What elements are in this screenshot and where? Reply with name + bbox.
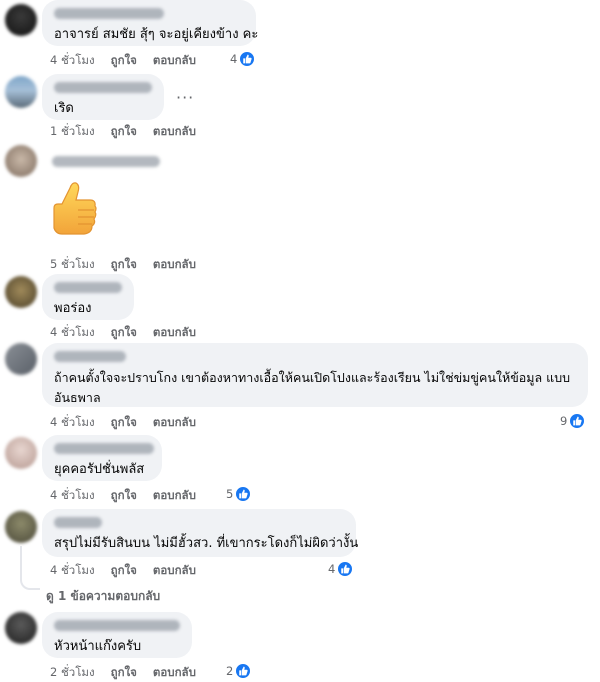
comment-text-line-1: ถ้าคนตั้งใจจะปราบโกง เขาต้องหาทางเอื้อให… <box>54 370 571 385</box>
reply-button[interactable]: ตอบกลับ <box>153 52 196 70</box>
comment-actions: 2 ชั่วโมง ถูกใจ ตอบกลับ <box>50 664 212 682</box>
commenter-name[interactable] <box>54 82 152 93</box>
reaction-count[interactable]: 9 <box>560 413 586 429</box>
view-replies-link[interactable]: ดู 1 ข้อความตอบกลับ <box>46 587 160 606</box>
comment-actions: 5 ชั่วโมง ถูกใจ ตอบกลับ <box>50 256 212 274</box>
like-button[interactable]: ถูกใจ <box>111 52 137 70</box>
comment-bubble: พอร่อง <box>42 274 134 320</box>
comment-text: อาจารย์ สมชัย สุ้ๆ จะอยู่เคียงข้าง คะ <box>54 27 259 42</box>
like-button[interactable]: ถูกใจ <box>111 562 137 580</box>
comment-actions: 4 ชั่วโมง ถูกใจ ตอบกลับ <box>50 414 212 432</box>
reaction-count[interactable]: 2 <box>226 663 252 679</box>
avatar[interactable] <box>5 276 37 308</box>
reaction-number: 4 <box>230 52 238 66</box>
avatar[interactable] <box>5 4 37 36</box>
commenter-name[interactable] <box>54 8 164 19</box>
like-button[interactable]: ถูกใจ <box>111 414 137 432</box>
commenter-name[interactable] <box>54 517 102 528</box>
commenter-name[interactable] <box>54 351 126 362</box>
comment-actions: 4 ชั่วโมง ถูกใจ ตอบกลับ <box>50 52 212 70</box>
reply-button[interactable]: ตอบกลับ <box>153 562 196 580</box>
like-button[interactable]: ถูกใจ <box>111 324 137 342</box>
comment-text: พอร่อง <box>54 301 92 316</box>
commenter-name[interactable] <box>54 620 180 631</box>
thumbs-up-icon <box>48 178 100 248</box>
comment-time[interactable]: 4 ชั่วโมง <box>50 414 95 432</box>
like-button[interactable]: ถูกใจ <box>111 256 137 274</box>
comment-time[interactable]: 2 ชั่วโมง <box>50 664 95 682</box>
comment-bubble: หัวหน้าแก๊งครับ <box>42 612 192 658</box>
comment-bubble: สรุปไม่มีรับสินบน ไม่มีฮั้วสว. ที่เขากระ… <box>42 509 359 557</box>
reply-button[interactable]: ตอบกลับ <box>153 256 196 274</box>
comment-time[interactable]: 4 ชั่วโมง <box>50 324 95 342</box>
comment-bubble: อาจารย์ สมชัย สุ้ๆ จะอยู่เคียงข้าง คะ <box>42 0 259 46</box>
reply-button[interactable]: ตอบกลับ <box>153 664 196 682</box>
comment-time[interactable]: 1 ชั่วโมง <box>50 123 95 141</box>
avatar[interactable] <box>5 437 37 469</box>
commenter-name[interactable] <box>54 282 122 293</box>
reaction-number: 4 <box>328 562 336 576</box>
comment-actions: 1 ชั่วโมง ถูกใจ ตอบกลับ <box>50 123 212 141</box>
like-reaction-icon <box>239 51 256 67</box>
avatar[interactable] <box>5 145 37 177</box>
reaction-number: 9 <box>560 414 568 428</box>
comment-text: หัวหน้าแก๊งครับ <box>54 639 142 654</box>
reply-button[interactable]: ตอบกลับ <box>153 123 196 141</box>
like-reaction-icon <box>337 561 354 577</box>
reaction-count[interactable]: 5 <box>226 486 252 502</box>
comment-text: สรุปไม่มีรับสินบน ไม่มีฮั้วสว. ที่เขากระ… <box>54 536 359 551</box>
comment-text: ยุคคอรัปชั่นพลัส <box>54 462 145 477</box>
avatar[interactable] <box>5 76 37 108</box>
reaction-count[interactable]: 4 <box>230 51 256 67</box>
thread-connector <box>20 546 40 590</box>
comment-actions: 4 ชั่วโมง ถูกใจ ตอบกลับ <box>50 487 212 505</box>
comment-time[interactable]: 5 ชั่วโมง <box>50 256 95 274</box>
comment-actions: 4 ชั่วโมง ถูกใจ ตอบกลับ <box>50 562 212 580</box>
reply-button[interactable]: ตอบกลับ <box>153 414 196 432</box>
like-button[interactable]: ถูกใจ <box>111 123 137 141</box>
like-reaction-icon <box>569 413 586 429</box>
comment-time[interactable]: 4 ชั่วโมง <box>50 562 95 580</box>
more-options-icon[interactable]: ··· <box>176 88 194 107</box>
comment-bubble: ถ้าคนตั้งใจจะปราบโกง เขาต้องหาทางเอื้อให… <box>42 343 588 407</box>
commenter-name[interactable] <box>54 443 154 454</box>
reply-button[interactable]: ตอบกลับ <box>153 324 196 342</box>
reaction-number: 5 <box>226 487 234 501</box>
like-button[interactable]: ถูกใจ <box>111 664 137 682</box>
like-reaction-icon <box>235 663 252 679</box>
comment-text: เริด <box>54 101 74 116</box>
comment-actions: 4 ชั่วโมง ถูกใจ ตอบกลับ <box>50 324 212 342</box>
avatar[interactable] <box>5 612 37 644</box>
comment-time[interactable]: 4 ชั่วโมง <box>50 487 95 505</box>
reaction-count[interactable]: 4 <box>328 561 354 577</box>
comment-bubble: เริด <box>42 74 164 120</box>
avatar[interactable] <box>5 511 37 543</box>
like-button[interactable]: ถูกใจ <box>111 487 137 505</box>
like-reaction-icon <box>235 486 252 502</box>
reply-button[interactable]: ตอบกลับ <box>153 487 196 505</box>
comment-text-line-2: อันธพาล <box>54 390 101 405</box>
commenter-name[interactable] <box>52 156 160 167</box>
reaction-number: 2 <box>226 664 234 678</box>
avatar[interactable] <box>5 343 37 375</box>
comment-bubble: ยุคคอรัปชั่นพลัส <box>42 435 162 481</box>
comment-time[interactable]: 4 ชั่วโมง <box>50 52 95 70</box>
